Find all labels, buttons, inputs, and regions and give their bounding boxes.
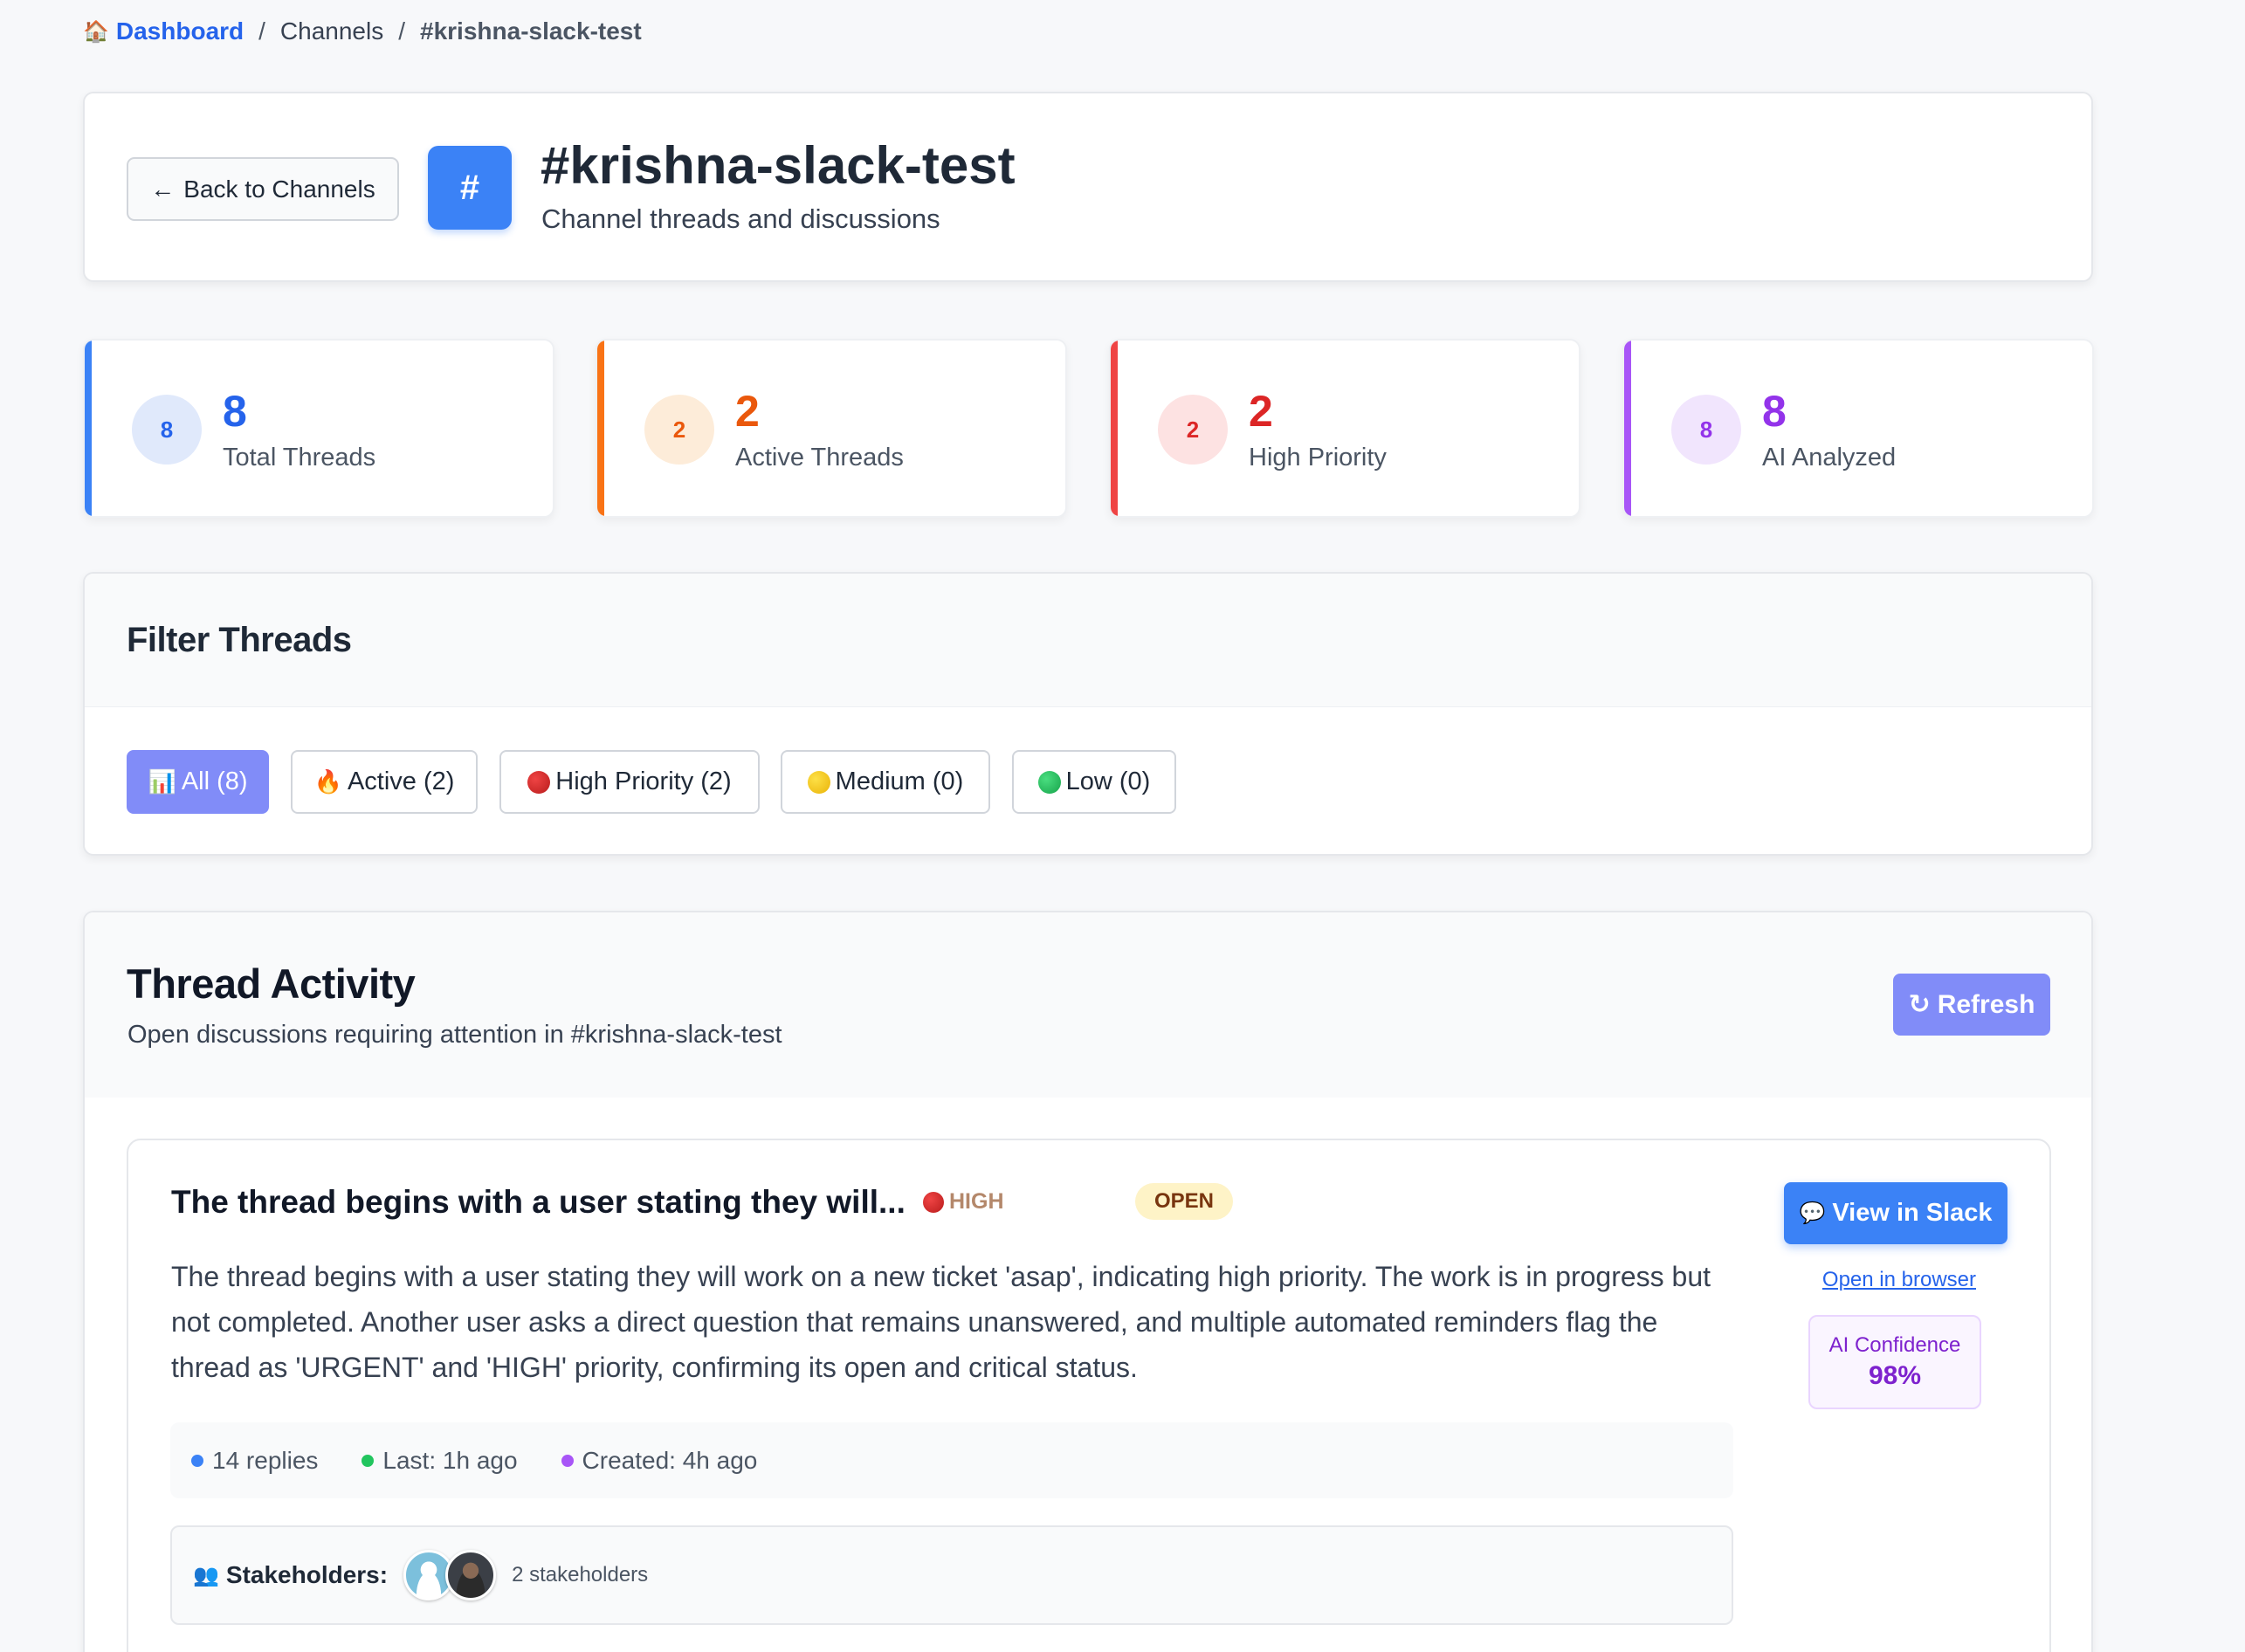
- stat-label: Active Threads: [735, 444, 904, 472]
- blue-dot-icon: [191, 1454, 203, 1467]
- breadcrumb-separator: /: [258, 17, 265, 45]
- thread-activity-card: Thread Activity Open discussions requiri…: [83, 911, 2093, 1652]
- stat-badge: 8: [1671, 395, 1741, 465]
- purple-dot-icon: [561, 1454, 574, 1467]
- refresh-icon: ↻: [1908, 990, 1931, 1019]
- filter-label: All (8): [181, 767, 248, 795]
- filter-all-button[interactable]: 📊 All (8): [127, 750, 269, 814]
- last-activity: Last: 1h ago: [362, 1446, 518, 1475]
- page-title: #krishna-slack-test: [541, 136, 1016, 195]
- stat-label: High Priority: [1249, 444, 1387, 472]
- channel-hash-icon: #: [428, 146, 512, 230]
- stat-accent-bar: [85, 341, 92, 516]
- breadcrumb-dashboard-link[interactable]: Dashboard: [116, 17, 244, 45]
- filter-low-button[interactable]: Low (0): [1012, 750, 1176, 814]
- stat-accent-bar: [1111, 341, 1118, 516]
- filter-header: Filter Threads: [85, 574, 2091, 707]
- thread-summary: The thread begins with a user stating th…: [171, 1261, 1711, 1383]
- filter-label: Medium (0): [835, 767, 964, 795]
- house-icon: 🏠: [83, 19, 109, 44]
- stat-label: Total Threads: [223, 444, 376, 472]
- stat-label: AI Analyzed: [1762, 444, 1897, 472]
- stakeholders-label: 👥 Stakeholders:: [193, 1561, 388, 1589]
- ai-confidence-value: 98%: [1868, 1361, 1922, 1390]
- breadcrumb: 🏠 Dashboard / Channels / #krishna-slack-…: [83, 16, 642, 47]
- breadcrumb-channels-link[interactable]: Channels: [280, 17, 383, 45]
- stat-card-active-threads: 2 2 Active Threads: [596, 339, 1067, 518]
- activity-header: Thread Activity Open discussions requiri…: [85, 912, 2091, 1098]
- breadcrumb-separator: /: [398, 17, 406, 45]
- filter-label: Active (2): [347, 767, 455, 795]
- stat-accent-bar: [1624, 341, 1631, 516]
- stakeholders-count: 2 stakeholders: [512, 1563, 649, 1587]
- stat-badge: 2: [644, 395, 714, 465]
- replies-text: 14 replies: [212, 1446, 319, 1474]
- green-dot-icon: [362, 1454, 375, 1467]
- priority-badge: HIGH: [923, 1189, 1004, 1215]
- ai-confidence-box: AI Confidence 98%: [1808, 1315, 1981, 1409]
- ai-confidence-label: AI Confidence: [1828, 1333, 1961, 1357]
- green-circle-icon: [1037, 770, 1061, 794]
- avatar[interactable]: [445, 1550, 497, 1600]
- stakeholders-bar: 👥 Stakeholders: 2 stakeholders: [170, 1525, 1733, 1625]
- filter-medium-button[interactable]: Medium (0): [781, 750, 990, 814]
- refresh-label: Refresh: [1937, 989, 2035, 1019]
- bar-chart-icon: 📊: [148, 768, 176, 795]
- filter-threads-card: Filter Threads 📊 All (8) 🔥 Active (2) Hi…: [83, 572, 2093, 856]
- activity-subtitle: Open discussions requiring attention in …: [127, 1021, 782, 1049]
- speech-bubble-icon: 💬: [1799, 1201, 1826, 1225]
- stat-card-total-threads: 8 8 Total Threads: [83, 339, 554, 518]
- stat-badge: 2: [1158, 395, 1228, 465]
- fire-icon: 🔥: [313, 768, 342, 795]
- stakeholders-label-text: Stakeholders:: [225, 1561, 389, 1588]
- stat-value: 8: [1762, 387, 1787, 436]
- channel-header-card: ← Back to Channels # #krishna-slack-test…: [83, 92, 2093, 282]
- filter-title: Filter Threads: [127, 621, 352, 659]
- created-text: Created: 4h ago: [582, 1446, 758, 1474]
- status-badge: OPEN: [1135, 1183, 1234, 1220]
- stat-card-ai-analyzed: 8 8 AI Analyzed: [1622, 339, 2094, 518]
- filter-active-button[interactable]: 🔥 Active (2): [291, 750, 478, 814]
- filter-high-priority-button[interactable]: High Priority (2): [499, 750, 760, 814]
- priority-label: HIGH: [949, 1189, 1004, 1214]
- red-circle-icon: [923, 1191, 944, 1213]
- back-button-label: Back to Channels: [183, 175, 375, 203]
- stakeholder-avatars: [403, 1550, 497, 1600]
- refresh-button[interactable]: ↻ Refresh: [1893, 974, 2050, 1036]
- page-subtitle: Channel threads and discussions: [541, 203, 940, 234]
- arrow-left-icon: ←: [150, 175, 176, 203]
- stat-value: 8: [223, 387, 247, 436]
- filter-label: Low (0): [1065, 767, 1151, 795]
- open-in-browser-link[interactable]: Open in browser: [1822, 1268, 1976, 1292]
- last-text: Last: 1h ago: [382, 1446, 518, 1474]
- red-circle-icon: [527, 770, 551, 794]
- stat-accent-bar: [597, 341, 604, 516]
- view-in-slack-button[interactable]: 💬 View in Slack: [1784, 1182, 2007, 1244]
- created-time: Created: 4h ago: [561, 1446, 758, 1475]
- yellow-circle-icon: [807, 770, 830, 794]
- filter-label: High Priority (2): [555, 767, 732, 795]
- thread-meta: 14 replies Last: 1h ago Created: 4h ago: [170, 1422, 1733, 1498]
- breadcrumb-current: #krishna-slack-test: [420, 17, 642, 45]
- stat-value: 2: [735, 387, 760, 436]
- activity-title: Thread Activity: [127, 960, 416, 1007]
- view-in-slack-label: View in Slack: [1832, 1199, 1993, 1227]
- thread-title[interactable]: The thread begins with a user stating th…: [171, 1184, 906, 1221]
- replies-count: 14 replies: [191, 1447, 318, 1475]
- thread-card[interactable]: The thread begins with a user stating th…: [127, 1139, 2051, 1652]
- stat-value: 2: [1249, 387, 1273, 436]
- stat-badge: 8: [132, 395, 202, 465]
- stat-card-high-priority: 2 2 High Priority: [1109, 339, 1580, 518]
- back-to-channels-button[interactable]: ← Back to Channels: [127, 157, 399, 221]
- people-icon: 👥: [193, 1563, 219, 1587]
